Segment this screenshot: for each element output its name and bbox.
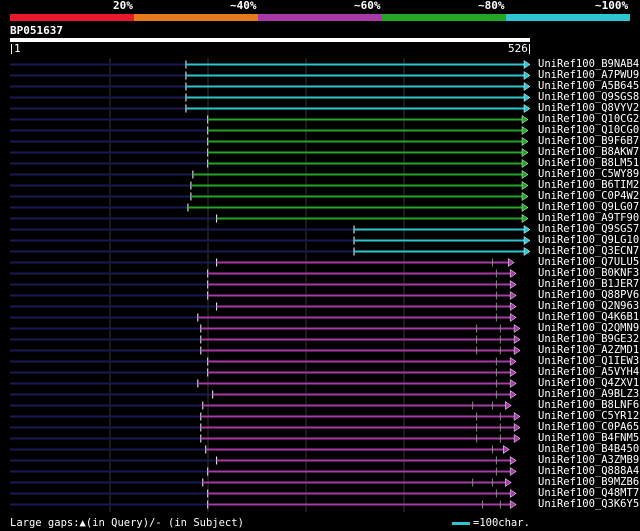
alignment-arrow (502, 445, 510, 454)
alignment-arrow (509, 500, 517, 509)
alignment-arrow (523, 247, 531, 256)
alignment-arrow (509, 368, 517, 377)
alignment-arrow (523, 82, 531, 91)
alignment-arrow (523, 71, 531, 80)
alignment-arrow (504, 401, 512, 410)
alignment-arrow (504, 478, 512, 487)
scale-legend: =100char. (452, 517, 530, 529)
scale-label: =100char. (473, 517, 530, 529)
alignment-arrow (513, 346, 521, 355)
alignment-arrow (509, 379, 517, 388)
alignment-arrow (513, 423, 521, 432)
alignment-arrow (521, 181, 529, 190)
alignment-arrow (521, 159, 529, 168)
alignment-arrow (521, 192, 529, 201)
alignment-arrow (509, 456, 517, 465)
alignment-arrow (523, 60, 531, 69)
scale-swatch (452, 521, 470, 525)
alignment-arrow (521, 115, 529, 124)
alignment-arrow (509, 302, 517, 311)
alignment-arrow (513, 335, 521, 344)
alignment-arrow (513, 412, 521, 421)
alignment-arrow (509, 357, 517, 366)
alignment-arrow (523, 225, 531, 234)
hit-label[interactable]: UniRef100_Q3K6Y5 (538, 499, 639, 510)
alignment-arrow (509, 291, 517, 300)
alignment-arrow (509, 280, 517, 289)
alignment-arrow (509, 489, 517, 498)
alignment-arrow (509, 313, 517, 322)
alignment-arrow (513, 324, 521, 333)
alignment-arrow (523, 93, 531, 102)
alignment-arrow (521, 148, 529, 157)
alignment-arrow (523, 104, 531, 113)
alignment-arrow (521, 170, 529, 179)
alignment-arrow (521, 126, 529, 135)
alignment-arrow (523, 236, 531, 245)
alignment-arrow (521, 203, 529, 212)
alignment-arrow (513, 434, 521, 443)
alignment-arrow (509, 390, 517, 399)
alignment-arrow (521, 214, 529, 223)
alignment-arrow (507, 258, 515, 267)
gaps-legend: Large gaps:▲(in Query)/- (in Subject) (10, 517, 244, 529)
alignment-arrow (521, 137, 529, 146)
alignment-arrow (509, 269, 517, 278)
alignment-arrow (509, 467, 517, 476)
